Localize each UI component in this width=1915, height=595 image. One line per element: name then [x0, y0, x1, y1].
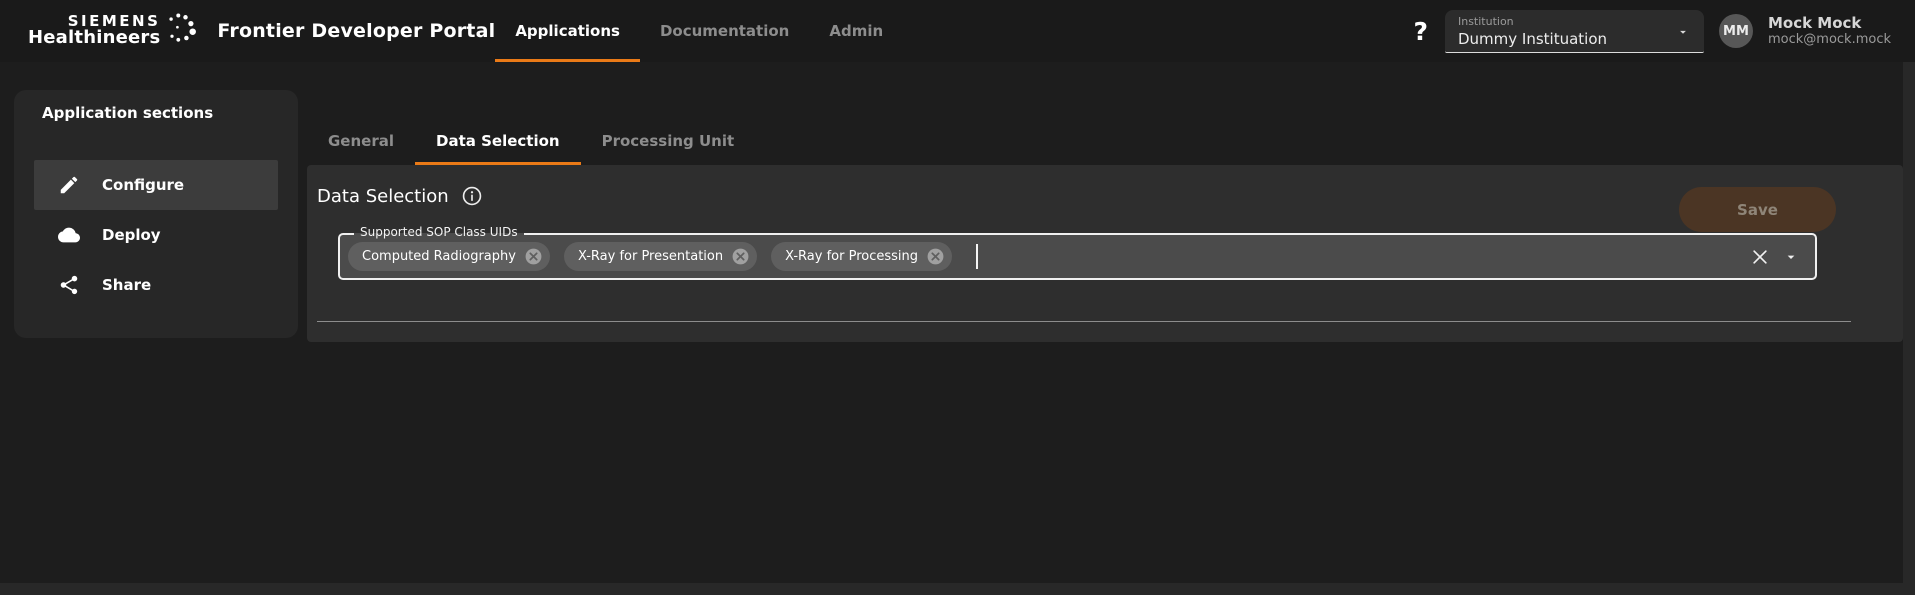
- chip-remove-icon[interactable]: [731, 247, 750, 266]
- application-sections-panel: Application sections Configure Deploy Sh…: [14, 90, 298, 338]
- chevron-down-icon: [1680, 30, 1686, 34]
- tab-general[interactable]: General: [307, 117, 415, 165]
- nav-item-applications[interactable]: Applications: [495, 0, 640, 62]
- tab-processing-unit[interactable]: Processing Unit: [581, 117, 756, 165]
- chip-label: Computed Radiography: [362, 249, 516, 264]
- sop-class-uids-input[interactable]: Supported SOP Class UIDs Computed Radiog…: [338, 225, 1817, 280]
- text-cursor: [976, 244, 979, 269]
- user-email: mock@mock.mock: [1767, 32, 1891, 48]
- sidebar-item-label: Configure: [102, 176, 185, 194]
- info-button[interactable]: [461, 185, 483, 207]
- sidebar-item-label: Share: [102, 276, 152, 294]
- tab-label: General: [328, 132, 394, 150]
- panel-heading: Data Selection: [317, 185, 483, 207]
- sidebar-item-share[interactable]: Share: [34, 260, 278, 310]
- section-tabs: General Data Selection Processing Unit: [307, 62, 1903, 165]
- sop-class-chip: X-Ray for Processing: [771, 242, 953, 271]
- portal-title: Frontier Developer Portal: [217, 20, 496, 42]
- chip-label: X-Ray for Processing: [785, 249, 919, 264]
- cloud-icon: [58, 227, 80, 243]
- sop-class-uids-label: Supported SOP Class UIDs: [354, 225, 524, 240]
- clear-x-icon: [1753, 249, 1767, 264]
- chip-label: X-Ray for Presentation: [577, 249, 724, 264]
- vertical-scrollbar[interactable]: [1903, 62, 1915, 583]
- user-name: Mock Mock: [1767, 14, 1862, 33]
- institution-select-value: Dummy Instituation: [1457, 29, 1608, 48]
- chip-remove-icon[interactable]: [926, 247, 945, 266]
- pencil-icon: [60, 176, 78, 194]
- app-body: Application sections Configure Deploy Sh…: [0, 62, 1915, 595]
- healthineers-dots-icon: [169, 13, 197, 42]
- nav-label: Admin: [829, 22, 884, 40]
- sidebar-item-deploy[interactable]: Deploy: [34, 210, 278, 260]
- sidebar-item-label: Deploy: [102, 226, 161, 244]
- app-header: SIEMENS Healthineers Frontier Developer …: [0, 0, 1915, 62]
- user-meta: Mock Mock mock@mock.mock: [1768, 14, 1891, 48]
- tab-label: Processing Unit: [601, 132, 735, 150]
- field-actions: [1750, 247, 1799, 267]
- avatar[interactable]: MM: [1718, 14, 1753, 48]
- dropdown-toggle-button[interactable]: [1783, 249, 1799, 265]
- primary-nav: Applications Documentation Admin: [495, 0, 903, 62]
- sop-class-chip: X-Ray for Presentation: [563, 242, 758, 271]
- logo-healthineers: Healthineers: [28, 27, 161, 49]
- main-content: General Data Selection Processing Unit D…: [307, 62, 1903, 342]
- clear-selection-button[interactable]: [1750, 247, 1770, 267]
- sidebar-item-configure[interactable]: Configure: [34, 160, 278, 210]
- save-button[interactable]: Save: [1679, 187, 1836, 232]
- section-divider: [317, 321, 1851, 322]
- logo-text: SIEMENS Healthineers: [28, 13, 161, 49]
- nav-label: Applications: [515, 22, 620, 40]
- scrollbar-corner: [1903, 583, 1915, 595]
- application-sections-title: Application sections: [42, 104, 214, 122]
- institution-select-label: Institution: [1457, 14, 1514, 28]
- share-icon: [60, 275, 78, 295]
- info-icon: [462, 186, 481, 206]
- tab-label: Data Selection: [436, 132, 560, 150]
- chip-remove-icon[interactable]: [524, 247, 543, 266]
- panel-title: Data Selection: [317, 185, 449, 207]
- tab-data-selection[interactable]: Data Selection: [415, 117, 581, 165]
- nav-label: Documentation: [659, 22, 790, 40]
- nav-item-admin[interactable]: Admin: [809, 0, 903, 62]
- siemens-healthineers-logo[interactable]: SIEMENS Healthineers: [28, 0, 199, 62]
- institution-select[interactable]: Institution Dummy Instituation: [1444, 9, 1704, 53]
- help-button[interactable]: ?: [1411, 19, 1430, 44]
- sop-class-chip: Computed Radiography: [348, 242, 550, 271]
- header-right: ? Institution Dummy Instituation MM Mock…: [1411, 0, 1915, 62]
- chevron-down-icon: [1787, 255, 1795, 259]
- sop-class-uids-field-wrap: Supported SOP Class UIDs Computed Radiog…: [338, 225, 1817, 280]
- horizontal-scrollbar[interactable]: [0, 583, 1903, 595]
- data-selection-panel: Data Selection Save Supported SOP Class …: [307, 165, 1903, 342]
- nav-item-documentation[interactable]: Documentation: [640, 0, 809, 62]
